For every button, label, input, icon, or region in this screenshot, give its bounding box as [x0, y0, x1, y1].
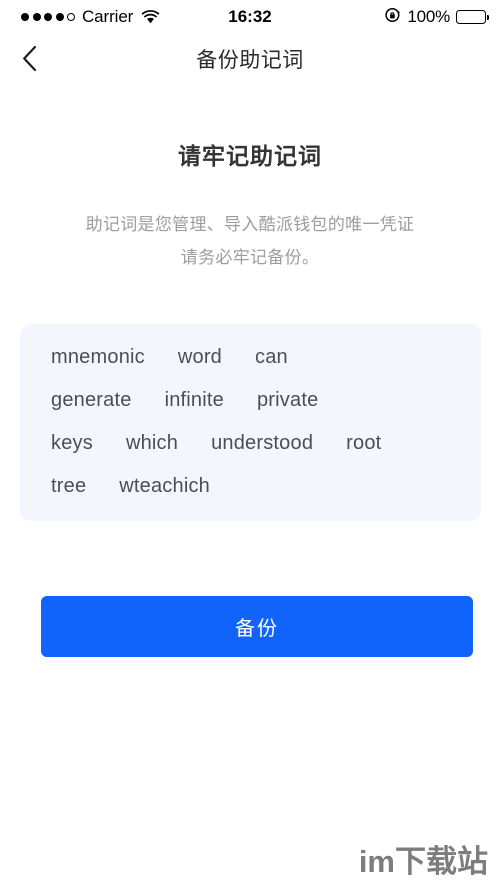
rotation-lock-icon: [385, 7, 401, 28]
mnemonic-phrase-card: mnemonic word can generate infinite priv…: [20, 324, 481, 521]
mnemonic-word: keys: [51, 432, 93, 454]
mnemonic-row: mnemonic word can: [51, 346, 455, 389]
mnemonic-word: generate: [51, 389, 132, 411]
page-title: 备份助记词: [196, 49, 304, 72]
site-watermark: im下载站: [358, 844, 488, 879]
mnemonic-word: word: [177, 346, 223, 368]
mnemonic-row: tree wteachich: [51, 475, 455, 518]
mnemonic-word: understood: [211, 432, 314, 454]
nav-bar: 备份助记词: [0, 34, 500, 88]
mnemonic-word: tree: [51, 475, 87, 497]
content-subtitle: 助记词是您管理、导入酷派钱包的唯一凭证 请务必牢记备份。: [0, 208, 500, 274]
mnemonic-row: generate infinite private: [51, 389, 455, 432]
mnemonic-word: private: [256, 389, 319, 411]
content-subtitle-line-2: 请务必牢记备份。: [180, 248, 320, 267]
status-bar: Carrier 16:32 100%: [0, 0, 500, 34]
status-bar-right: 100%: [385, 7, 490, 28]
battery-icon: [456, 10, 490, 24]
content-subtitle-line-1: 助记词是您管理、导入酷派钱包的唯一凭证: [85, 215, 415, 234]
mnemonic-word: can: [255, 346, 288, 368]
content-heading: 请牢记助记词: [178, 143, 322, 169]
mnemonic-word: infinite: [164, 389, 224, 411]
mnemonic-word: root: [346, 432, 382, 454]
mnemonic-word: mnemonic: [51, 346, 145, 368]
battery-percent-label: 100%: [407, 7, 450, 26]
mnemonic-row: keys which understood root: [51, 432, 455, 475]
mnemonic-word: which: [125, 432, 179, 454]
backup-button[interactable]: 备份: [41, 596, 473, 657]
mnemonic-word: wteachich: [119, 475, 211, 497]
